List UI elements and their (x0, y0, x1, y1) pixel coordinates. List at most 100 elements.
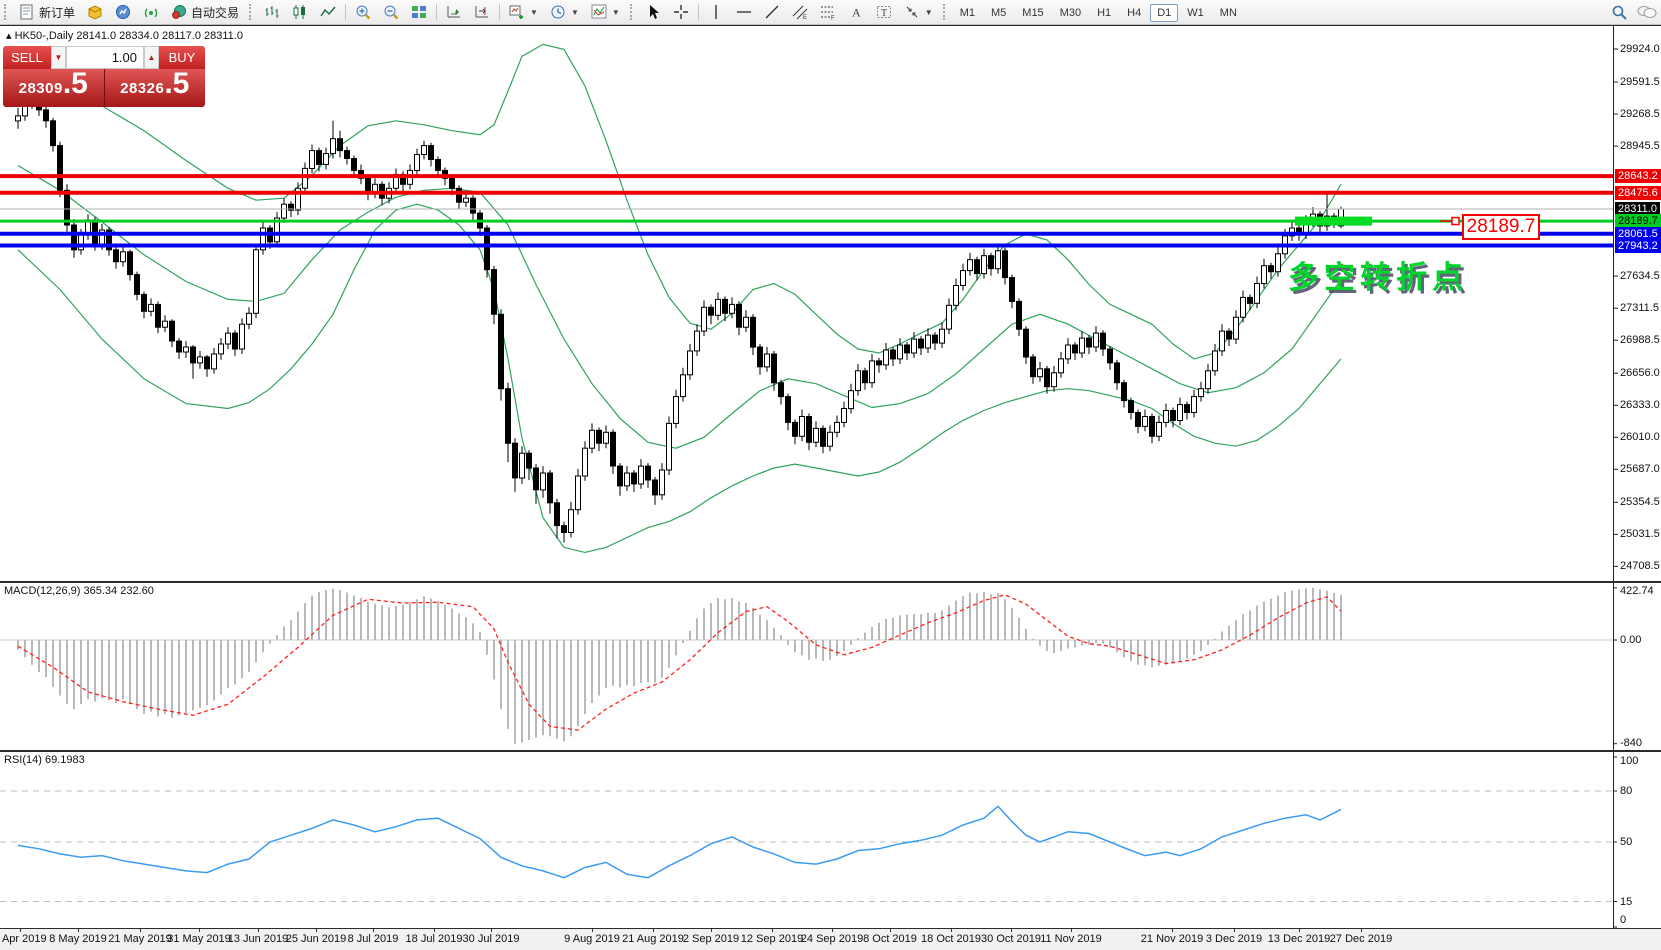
price-tick-label: 26010.0 (1620, 431, 1660, 443)
timeframe-m5-button[interactable]: M5 (984, 4, 1013, 22)
chat-icon[interactable] (1637, 4, 1657, 20)
price-callout-label[interactable]: 28189.7 (1462, 214, 1540, 240)
sell-button[interactable]: SELL (3, 46, 51, 69)
low-value: 28117.0 (162, 30, 201, 42)
date-label: 30 Oct 2019 (981, 933, 1041, 945)
rsi-tick-label: 50 (1620, 836, 1633, 848)
date-tick (711, 929, 712, 932)
line-chart-mode-button[interactable] (314, 0, 342, 24)
date-label: 11 Nov 2019 (1040, 933, 1102, 945)
date-label: 13 Dec 2019 (1267, 933, 1331, 945)
indicators-button[interactable]: ▼ (585, 0, 626, 24)
bar-chart-mode-button[interactable] (258, 0, 286, 24)
date-label: 8 Oct 2019 (863, 933, 917, 945)
macd-tick-label: 422.74 (1620, 585, 1654, 597)
date-label: 24 Sep 2019 (800, 933, 864, 945)
volume-decrease-button[interactable]: ▼ (51, 46, 66, 69)
volume-increase-button[interactable]: ▲ (144, 46, 159, 69)
macd-canvas[interactable] (0, 583, 1661, 750)
date-axis[interactable]: 5 Apr 20198 May 201921 May 201931 May 20… (0, 929, 1661, 950)
timeframe-mn-button[interactable]: MN (1213, 4, 1244, 22)
chart-shift-button[interactable] (468, 0, 496, 24)
volume-input[interactable]: 1.00 (66, 46, 144, 69)
candlestick-mode-button[interactable] (286, 0, 314, 24)
toolbar-grip[interactable] (942, 4, 948, 20)
date-label: 21 Aug 2019 (622, 933, 684, 945)
arrows-tool-button[interactable]: ▼ (898, 0, 939, 24)
sell-price-fraction: .5 (62, 67, 88, 100)
trendline-icon (764, 4, 780, 20)
dropdown-arrow-icon: ▼ (924, 7, 933, 17)
date-tick (1011, 929, 1012, 932)
crosshair-icon (673, 4, 689, 20)
fibonacci-tool-button[interactable]: F (814, 0, 842, 24)
toolbar-grip[interactable] (629, 4, 635, 20)
date-label: 2 Sep 2019 (682, 933, 740, 945)
close-value: 28311.0 (204, 30, 243, 42)
periods-clock-icon (550, 4, 566, 20)
periods-button[interactable]: ▼ (544, 0, 585, 24)
search-icon[interactable] (1611, 4, 1627, 20)
vertical-line-icon (708, 4, 724, 20)
cursor-tool-button[interactable] (639, 0, 667, 24)
timeframe-h1-button[interactable]: H1 (1090, 4, 1118, 22)
timeframe-m15-button[interactable]: M15 (1015, 4, 1050, 22)
new-chart-button[interactable]: ▼ (503, 0, 544, 24)
fibonacci-icon: F (820, 4, 836, 22)
timeframe-m1-button[interactable]: M1 (953, 4, 982, 22)
timeframe-d1-button[interactable]: D1 (1150, 4, 1179, 22)
price-level-tag: 28475.6 (1615, 186, 1661, 200)
rsi-axis[interactable]: 100 80 50 15 0 (1613, 752, 1661, 928)
text-tool-button[interactable]: A (842, 0, 870, 24)
text-label-tool-button[interactable]: T (870, 0, 898, 24)
rsi-panel[interactable]: 100 80 50 15 0 RSI(14) 69.1983 (0, 751, 1661, 929)
rsi-tick-label: 100 (1620, 755, 1639, 767)
macd-axis[interactable]: 422.74 0.00 -840 (1613, 583, 1661, 750)
price-axis[interactable]: 29924.0 29591.5 29268.5 28945.5 27634.5 27311… (1613, 26, 1661, 581)
timeframe-group: M1 M5 M15 M30 H1 H4 D1 W1 MN (952, 4, 1245, 22)
price-chart-panel[interactable]: 29924.0 29591.5 29268.5 28945.5 27634.5 27311… (0, 25, 1661, 582)
zoom-in-button[interactable] (349, 0, 377, 24)
timeframe-m30-button[interactable]: M30 (1053, 4, 1088, 22)
profiles-button[interactable] (81, 0, 109, 24)
svg-text:A: A (852, 6, 861, 20)
price-chart-canvas[interactable] (0, 26, 1661, 581)
crosshair-tool-button[interactable] (667, 0, 695, 24)
macd-panel[interactable]: 422.74 0.00 -840 MACD(12,26,9) 365.34 232.… (0, 582, 1661, 751)
price-tick-label: 27634.5 (1620, 270, 1660, 282)
date-tick (890, 929, 891, 932)
macd-signal-value: 232.60 (120, 585, 154, 597)
timeframe-w1-button[interactable]: W1 (1180, 4, 1211, 22)
market-watch-icon (115, 4, 131, 20)
sell-price-main: 28309 (18, 80, 63, 97)
macd-label: MACD(12,26,9) 365.34 232.60 (4, 585, 154, 597)
date-tick (140, 929, 141, 932)
price-tick-label: 25687.0 (1620, 463, 1660, 475)
price-tick-label: 29591.5 (1620, 76, 1660, 88)
toolbar-grip[interactable] (249, 4, 254, 20)
zoom-out-button[interactable] (377, 0, 405, 24)
toolbar-grip[interactable] (4, 4, 9, 20)
auto-trading-button[interactable]: 自动交易 (165, 0, 245, 24)
svg-text:E: E (803, 15, 807, 20)
date-tick (832, 929, 833, 932)
auto-scroll-button[interactable] (440, 0, 468, 24)
buy-price-fraction: .5 (164, 67, 190, 100)
market-watch-button[interactable] (109, 0, 137, 24)
tile-windows-button[interactable] (405, 0, 433, 24)
trendline-tool-button[interactable] (758, 0, 786, 24)
collapse-arrow-icon[interactable]: ▴ (6, 30, 12, 42)
horizontal-line-tool-button[interactable] (730, 0, 758, 24)
buy-button[interactable]: BUY (159, 46, 205, 69)
date-label: 25 Jun 2019 (285, 933, 347, 945)
vertical-line-tool-button[interactable] (702, 0, 730, 24)
rsi-canvas[interactable] (0, 752, 1661, 928)
timeframe-h4-button[interactable]: H4 (1120, 4, 1148, 22)
buy-price-display[interactable]: 28326 .5 (104, 67, 205, 107)
signals-button[interactable] (137, 0, 165, 24)
date-label: 18 Oct 2019 (921, 933, 981, 945)
sell-price-display[interactable]: 28309 .5 (3, 69, 105, 107)
channel-tool-button[interactable]: E (786, 0, 814, 24)
date-label: 21 Nov 2019 (1140, 933, 1204, 945)
new-order-button[interactable]: 新订单 (13, 0, 81, 24)
